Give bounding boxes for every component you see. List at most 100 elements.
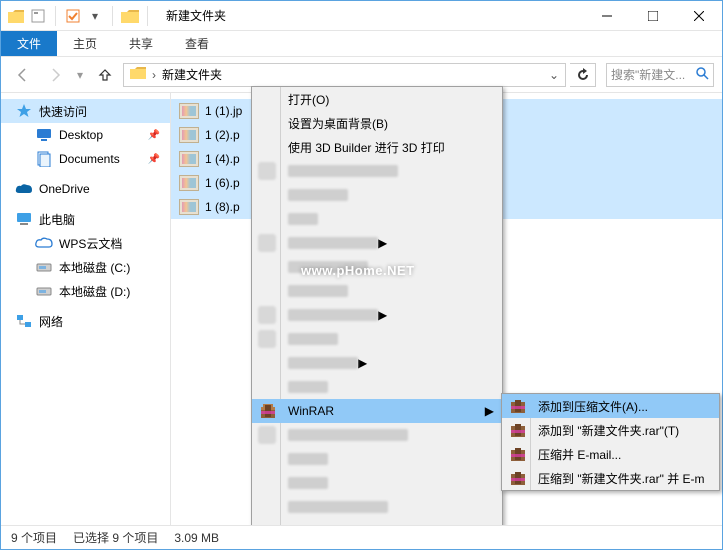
menu-label: 添加到 "新建文件夹.rar"(T)	[538, 422, 679, 439]
forward-button[interactable]	[41, 61, 69, 89]
sidebar-label: 快速访问	[39, 103, 87, 120]
sidebar-item-disk-c[interactable]: 本地磁盘 (C:)	[1, 255, 170, 279]
ribbon-tabs: 文件 主页 共享 查看	[1, 31, 722, 57]
tab-share[interactable]: 共享	[113, 31, 169, 56]
sidebar-item-documents[interactable]: Documents 📌	[1, 147, 170, 171]
submenu-item-add-archive[interactable]: 添加到压缩文件(A)...	[502, 394, 719, 418]
checkbox-icon[interactable]	[64, 7, 82, 25]
pc-icon	[15, 210, 33, 228]
sidebar: 快速访问 Desktop 📌 Documents 📌 OneDrive 此电脑 …	[1, 93, 171, 525]
sidebar-item-disk-d[interactable]: 本地磁盘 (D:)	[1, 279, 170, 303]
sidebar-item-wpscloud[interactable]: WPS云文档	[1, 231, 170, 255]
sidebar-item-desktop[interactable]: Desktop 📌	[1, 123, 170, 147]
winrar-icon	[258, 401, 278, 421]
menu-label: 添加到压缩文件(A)...	[538, 398, 648, 415]
chevron-right-icon: ▶	[358, 356, 367, 370]
titlebar: ▾ 新建文件夹	[1, 1, 722, 31]
properties-icon[interactable]	[29, 7, 47, 25]
network-icon	[15, 312, 33, 330]
drive-icon	[35, 282, 53, 300]
menu-item-blurred[interactable]: ▶	[252, 303, 502, 327]
folder-icon	[121, 8, 139, 24]
menu-item-blurred[interactable]	[252, 279, 502, 303]
chevron-right-icon: ▶	[378, 236, 387, 250]
file-thumb-icon	[179, 151, 199, 167]
chevron-right-icon: ▶	[378, 308, 387, 322]
sidebar-item-network[interactable]: 网络	[1, 309, 170, 333]
tab-view[interactable]: 查看	[169, 31, 225, 56]
file-name: 1 (6).p	[205, 176, 240, 190]
minimize-button[interactable]	[584, 1, 630, 31]
window-controls	[584, 1, 722, 31]
menu-item-blurred[interactable]	[252, 183, 502, 207]
menu-item-blurred[interactable]	[252, 423, 502, 447]
winrar-icon	[508, 468, 528, 488]
sidebar-label: 此电脑	[39, 211, 75, 228]
star-icon	[15, 102, 33, 120]
tab-file[interactable]: 文件	[1, 31, 57, 56]
menu-item-blurred[interactable]	[252, 255, 502, 279]
address-dropdown-icon[interactable]: ⌄	[549, 68, 559, 82]
menu-label: WinRAR	[288, 404, 334, 418]
tab-home[interactable]: 主页	[57, 31, 113, 56]
submenu-item-email-named[interactable]: 压缩到 "新建文件夹.rar" 并 E-m	[502, 466, 719, 490]
close-button[interactable]	[676, 1, 722, 31]
chevron-right-icon[interactable]: ›	[152, 68, 156, 82]
menu-item-blurred[interactable]	[252, 447, 502, 471]
status-count: 9 个项目	[11, 529, 57, 546]
menu-item-winrar[interactable]: WinRAR ▶	[252, 399, 502, 423]
sidebar-label: 网络	[39, 313, 63, 330]
address-bar[interactable]: › 新建文件夹 ⌄	[123, 63, 566, 87]
documents-icon	[35, 150, 53, 168]
search-placeholder: 搜索"新建文...	[611, 66, 685, 83]
menu-item-open[interactable]: 打开(O)	[252, 87, 502, 111]
qat-chevron-icon[interactable]: ▾	[86, 7, 104, 25]
sidebar-label: Documents	[59, 152, 120, 166]
menu-item-blurred[interactable]	[252, 159, 502, 183]
divider	[112, 6, 113, 26]
back-button[interactable]	[9, 61, 37, 89]
search-input[interactable]: 搜索"新建文...	[606, 63, 714, 87]
menu-item-blurred[interactable]	[252, 375, 502, 399]
sidebar-label: 本地磁盘 (C:)	[59, 259, 130, 276]
context-submenu: 添加到压缩文件(A)... 添加到 "新建文件夹.rar"(T) 压缩并 E-m…	[501, 393, 720, 491]
sidebar-item-quick-access[interactable]: 快速访问	[1, 99, 170, 123]
history-chevron-icon[interactable]: ▾	[73, 61, 87, 89]
pin-icon: 📌	[148, 154, 160, 165]
menu-item-blurred[interactable]	[252, 207, 502, 231]
divider	[147, 6, 148, 26]
breadcrumb[interactable]: 新建文件夹	[158, 66, 226, 83]
menu-item-blurred[interactable]: ▶	[252, 351, 502, 375]
chevron-right-icon: ▶	[485, 404, 494, 418]
file-thumb-icon	[179, 127, 199, 143]
menu-item-blurred[interactable]: ▶	[252, 231, 502, 255]
sidebar-item-onedrive[interactable]: OneDrive	[1, 177, 170, 201]
menu-item-blurred[interactable]	[252, 495, 502, 519]
status-size: 3.09 MB	[174, 531, 219, 545]
menu-label: 使用 3D Builder 进行 3D 打印	[288, 139, 445, 156]
cloud-icon	[35, 234, 53, 252]
quick-access-toolbar: ▾	[1, 6, 158, 26]
menu-label: 压缩到 "新建文件夹.rar" 并 E-m	[538, 470, 705, 487]
file-thumb-icon	[179, 103, 199, 119]
refresh-button[interactable]	[570, 63, 596, 87]
window-title: 新建文件夹	[166, 7, 226, 24]
menu-item-setbg[interactable]: 设置为桌面背景(B)	[252, 111, 502, 135]
sidebar-label: WPS云文档	[59, 235, 122, 252]
search-icon	[695, 66, 709, 83]
pin-icon: 📌	[148, 130, 160, 141]
menu-item-blurred[interactable]	[252, 471, 502, 495]
menu-label: 设置为桌面背景(B)	[288, 115, 388, 132]
sidebar-item-thispc[interactable]: 此电脑	[1, 207, 170, 231]
up-button[interactable]	[91, 61, 119, 89]
folder-icon	[130, 67, 146, 82]
status-selection: 已选择 9 个项目	[73, 529, 158, 546]
file-name: 1 (4).p	[205, 152, 240, 166]
winrar-icon	[508, 396, 528, 416]
menu-item-3dprint[interactable]: 使用 3D Builder 进行 3D 打印	[252, 135, 502, 159]
submenu-item-email[interactable]: 压缩并 E-mail...	[502, 442, 719, 466]
maximize-button[interactable]	[630, 1, 676, 31]
submenu-item-add-named[interactable]: 添加到 "新建文件夹.rar"(T)	[502, 418, 719, 442]
menu-item-blurred[interactable]	[252, 327, 502, 351]
file-name: 1 (1).jp	[205, 104, 242, 118]
